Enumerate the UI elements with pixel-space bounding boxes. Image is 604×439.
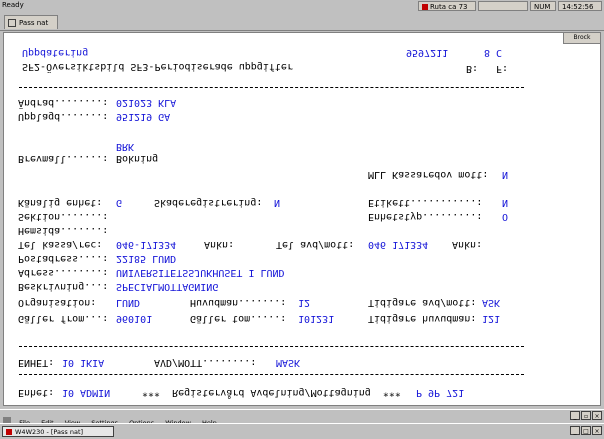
galler-from-value[interactable]: 960101 [116, 313, 152, 324]
status-segment-blank [478, 1, 528, 11]
adress-value[interactable]: UNIVERSITETSSJUKHUSET I LUND [116, 267, 285, 278]
taskbar-minimize-icon[interactable]: _ [570, 426, 580, 435]
avd-mott-label: AVD/MOTT........: [154, 357, 257, 368]
footer-enhet-value: 10 ADMIN [62, 387, 111, 398]
beskrivning-value[interactable]: SPECIALMOTTAGNING [116, 281, 218, 292]
kanalig-label: Känalig enhet: [18, 197, 103, 208]
session-icon [422, 4, 428, 10]
galler-tom-value[interactable]: 101231 [298, 313, 334, 324]
etikett-label: Etikett...........: [368, 197, 483, 208]
mll-label: MLL Kassaredov mott: [368, 169, 489, 180]
etikett-value[interactable]: N [502, 197, 508, 208]
skade-value[interactable]: N [274, 197, 280, 208]
header-subtitle: SF2-Översiktsbild SF3-Periodiserade uppg… [22, 61, 293, 72]
close-icon[interactable]: × [592, 411, 602, 420]
ankn2-label: Ankn: [452, 239, 483, 250]
app-icon [6, 429, 12, 435]
beskrivning-label: Beskrivning...: [18, 281, 109, 292]
galler-tom-label: Gäller tom.....: [190, 313, 287, 324]
taskbar-close-icon[interactable]: × [592, 426, 602, 435]
footer-enhet-label: Enhet: [18, 387, 55, 398]
taskbar-item[interactable]: W4W230 - [Pass nat] [2, 426, 114, 437]
status-segment-session: Ruta ca 73 [418, 1, 476, 11]
footer-message: *** Registervård Avdelning/Mottagning **… [142, 387, 401, 398]
mll-value[interactable]: N [502, 169, 508, 180]
tidigare-avd-label: Tidigare avd/mott: [368, 297, 477, 308]
terminal-tab-icon [8, 19, 16, 27]
upplagd-value[interactable]: 951219 GA [116, 111, 170, 122]
header-divider [19, 87, 524, 88]
session-tab-row: Pass nat [0, 13, 604, 31]
tel-avd-label: Tel avd/mott: [276, 239, 355, 250]
sektion-label: Sektion.......: [18, 211, 109, 222]
flag-f-label: F: [496, 63, 509, 74]
organisation-value[interactable]: LUND [116, 297, 140, 308]
footer-divider [19, 374, 524, 375]
upplagd-label: Upplagd.......: [18, 111, 109, 122]
andrad-label: Ändrad........: [18, 97, 109, 108]
huvudman-label: Huvudman.......: [190, 297, 287, 308]
brevmall-value[interactable]: Bokning [116, 153, 158, 164]
restore-icon[interactable]: ▫ [581, 411, 591, 420]
tidigare-avd-value[interactable]: ASK [482, 297, 500, 308]
kanalig-value[interactable]: G [116, 197, 122, 208]
status-ready-label: Ready [2, 1, 24, 9]
postadress-label: Postadress....: [18, 253, 109, 264]
status-segment-num: NUM [530, 1, 556, 11]
brevmall-label: Brevmall......: [18, 153, 109, 164]
header-code-suffix: 8 C [484, 47, 503, 58]
postadress-value[interactable]: 22185 LUND [116, 253, 176, 264]
status-segment-clock: 14:52:56 [558, 1, 602, 11]
top-status-bar: Ready Ruta ca 73 NUM 14:52:56 [0, 0, 604, 14]
enhet-value[interactable]: 10 1KIA [62, 357, 104, 368]
enhetstyp-label: Enhetstyp.........: [368, 211, 483, 222]
header-code: 9597211 [406, 47, 449, 58]
huvudman-value[interactable]: 12 [298, 297, 310, 308]
brock-button[interactable]: Brock [563, 33, 600, 44]
enhet-label: ENHET: [18, 357, 55, 368]
taskbar: W4W230 - [Pass nat] [0, 423, 604, 439]
terminal-screen[interactable]: Brock Uppdatering 9597211 8 C SF2-Översi… [3, 32, 601, 406]
tidigare-huvudman-value[interactable]: 121 [482, 313, 500, 324]
tel-kassa-value[interactable]: 046-171334 [116, 239, 176, 250]
flag-b-label: B: [466, 63, 479, 74]
ankn1-label: Ankn: [204, 239, 235, 250]
organisation-label: Organisation: [18, 297, 97, 308]
tel-kassa-label: Tel kassa/rec: [18, 239, 103, 250]
enhetstyp-value[interactable]: O [502, 211, 508, 222]
avd-mott-value[interactable]: MASK [276, 357, 300, 368]
andrad-value[interactable]: 021023 KLA [116, 97, 176, 108]
header-title: Uppdatering [22, 47, 89, 58]
taskbar-maximize-icon[interactable]: □ [581, 426, 591, 435]
tidigare-huvudman-label: Tidigare huvudman: [368, 313, 477, 324]
hemsida-label: Hemsida.......: [18, 225, 109, 236]
minimize-icon[interactable]: _ [570, 411, 580, 420]
enhet-divider [19, 346, 524, 347]
adress-label: Adress........: [18, 267, 109, 278]
tab-pass-nat[interactable]: Pass nat [4, 15, 58, 29]
skade-label: Skaderegistrering: [154, 197, 263, 208]
footer-code: P 9P 721 [416, 387, 465, 398]
galler-from-label: Gäller from...: [18, 313, 109, 324]
menu-bar: File Edit View Settings Options Window H… [0, 409, 604, 427]
bok-code[interactable]: BRK [116, 141, 134, 152]
tel-avd-value[interactable]: 046 171334 [368, 239, 428, 250]
